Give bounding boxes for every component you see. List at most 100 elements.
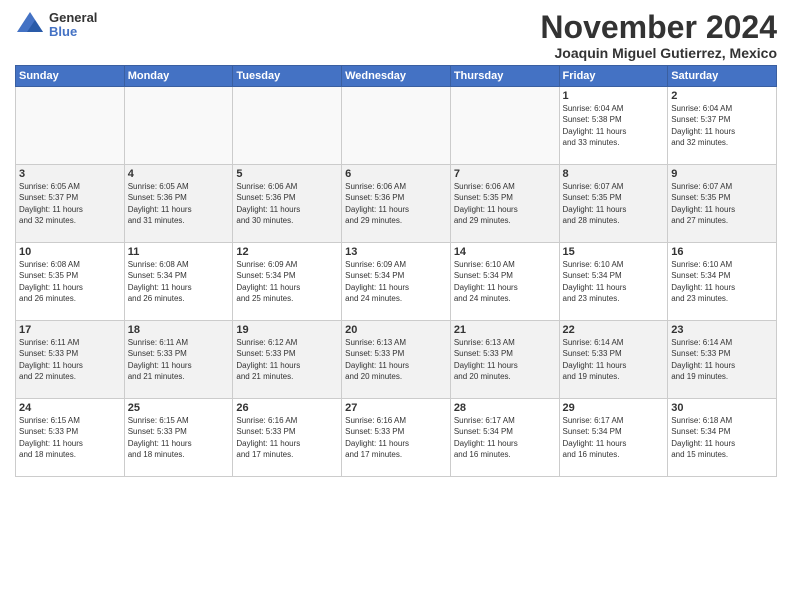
day-info: Sunrise: 6:10 AM Sunset: 5:34 PM Dayligh…	[454, 259, 556, 304]
day-number: 25	[128, 402, 230, 414]
day-info: Sunrise: 6:18 AM Sunset: 5:34 PM Dayligh…	[671, 415, 773, 460]
day-number: 17	[19, 324, 121, 336]
calendar-cell: 9Sunrise: 6:07 AM Sunset: 5:35 PM Daylig…	[668, 165, 777, 243]
day-number: 5	[236, 168, 338, 180]
calendar-cell: 6Sunrise: 6:06 AM Sunset: 5:36 PM Daylig…	[342, 165, 451, 243]
calendar-cell: 12Sunrise: 6:09 AM Sunset: 5:34 PM Dayli…	[233, 243, 342, 321]
calendar-cell: 11Sunrise: 6:08 AM Sunset: 5:34 PM Dayli…	[124, 243, 233, 321]
day-number: 16	[671, 246, 773, 258]
calendar-cell: 1Sunrise: 6:04 AM Sunset: 5:38 PM Daylig…	[559, 87, 668, 165]
calendar-cell: 21Sunrise: 6:13 AM Sunset: 5:33 PM Dayli…	[450, 321, 559, 399]
day-info: Sunrise: 6:11 AM Sunset: 5:33 PM Dayligh…	[19, 337, 121, 382]
col-friday: Friday	[559, 66, 668, 87]
day-info: Sunrise: 6:06 AM Sunset: 5:36 PM Dayligh…	[236, 181, 338, 226]
day-info: Sunrise: 6:05 AM Sunset: 5:37 PM Dayligh…	[19, 181, 121, 226]
calendar-cell: 23Sunrise: 6:14 AM Sunset: 5:33 PM Dayli…	[668, 321, 777, 399]
day-number: 19	[236, 324, 338, 336]
day-number: 12	[236, 246, 338, 258]
day-info: Sunrise: 6:17 AM Sunset: 5:34 PM Dayligh…	[563, 415, 665, 460]
calendar-week-4: 17Sunrise: 6:11 AM Sunset: 5:33 PM Dayli…	[16, 321, 777, 399]
logo-icon	[15, 10, 45, 40]
day-info: Sunrise: 6:11 AM Sunset: 5:33 PM Dayligh…	[128, 337, 230, 382]
calendar-cell: 22Sunrise: 6:14 AM Sunset: 5:33 PM Dayli…	[559, 321, 668, 399]
day-number: 30	[671, 402, 773, 414]
day-info: Sunrise: 6:04 AM Sunset: 5:37 PM Dayligh…	[671, 103, 773, 148]
day-info: Sunrise: 6:08 AM Sunset: 5:35 PM Dayligh…	[19, 259, 121, 304]
day-number: 6	[345, 168, 447, 180]
calendar-cell: 14Sunrise: 6:10 AM Sunset: 5:34 PM Dayli…	[450, 243, 559, 321]
day-info: Sunrise: 6:12 AM Sunset: 5:33 PM Dayligh…	[236, 337, 338, 382]
day-info: Sunrise: 6:06 AM Sunset: 5:35 PM Dayligh…	[454, 181, 556, 226]
header: General Blue November 2024 Joaquin Migue…	[15, 10, 777, 61]
day-number: 10	[19, 246, 121, 258]
day-info: Sunrise: 6:14 AM Sunset: 5:33 PM Dayligh…	[563, 337, 665, 382]
day-number: 9	[671, 168, 773, 180]
day-info: Sunrise: 6:06 AM Sunset: 5:36 PM Dayligh…	[345, 181, 447, 226]
calendar-cell: 25Sunrise: 6:15 AM Sunset: 5:33 PM Dayli…	[124, 399, 233, 477]
day-info: Sunrise: 6:13 AM Sunset: 5:33 PM Dayligh…	[345, 337, 447, 382]
col-wednesday: Wednesday	[342, 66, 451, 87]
calendar-cell: 27Sunrise: 6:16 AM Sunset: 5:33 PM Dayli…	[342, 399, 451, 477]
day-number: 21	[454, 324, 556, 336]
calendar-cell: 2Sunrise: 6:04 AM Sunset: 5:37 PM Daylig…	[668, 87, 777, 165]
col-monday: Monday	[124, 66, 233, 87]
col-saturday: Saturday	[668, 66, 777, 87]
month-title: November 2024	[540, 10, 777, 45]
calendar-container: General Blue November 2024 Joaquin Migue…	[0, 0, 792, 487]
day-number: 27	[345, 402, 447, 414]
day-number: 3	[19, 168, 121, 180]
calendar-cell: 24Sunrise: 6:15 AM Sunset: 5:33 PM Dayli…	[16, 399, 125, 477]
calendar-cell: 20Sunrise: 6:13 AM Sunset: 5:33 PM Dayli…	[342, 321, 451, 399]
day-info: Sunrise: 6:15 AM Sunset: 5:33 PM Dayligh…	[19, 415, 121, 460]
calendar-cell: 15Sunrise: 6:10 AM Sunset: 5:34 PM Dayli…	[559, 243, 668, 321]
logo-general: General	[49, 11, 97, 25]
logo-blue: Blue	[49, 25, 97, 39]
calendar-cell: 28Sunrise: 6:17 AM Sunset: 5:34 PM Dayli…	[450, 399, 559, 477]
day-info: Sunrise: 6:04 AM Sunset: 5:38 PM Dayligh…	[563, 103, 665, 148]
calendar-cell	[233, 87, 342, 165]
calendar-cell: 13Sunrise: 6:09 AM Sunset: 5:34 PM Dayli…	[342, 243, 451, 321]
day-info: Sunrise: 6:16 AM Sunset: 5:33 PM Dayligh…	[236, 415, 338, 460]
day-number: 20	[345, 324, 447, 336]
day-info: Sunrise: 6:07 AM Sunset: 5:35 PM Dayligh…	[563, 181, 665, 226]
day-number: 1	[563, 90, 665, 102]
day-number: 15	[563, 246, 665, 258]
day-info: Sunrise: 6:10 AM Sunset: 5:34 PM Dayligh…	[563, 259, 665, 304]
col-sunday: Sunday	[16, 66, 125, 87]
day-number: 29	[563, 402, 665, 414]
calendar-week-3: 10Sunrise: 6:08 AM Sunset: 5:35 PM Dayli…	[16, 243, 777, 321]
location-subtitle: Joaquin Miguel Gutierrez, Mexico	[540, 45, 777, 61]
title-section: November 2024 Joaquin Miguel Gutierrez, …	[540, 10, 777, 61]
calendar-cell: 17Sunrise: 6:11 AM Sunset: 5:33 PM Dayli…	[16, 321, 125, 399]
calendar-cell: 8Sunrise: 6:07 AM Sunset: 5:35 PM Daylig…	[559, 165, 668, 243]
day-number: 8	[563, 168, 665, 180]
day-info: Sunrise: 6:09 AM Sunset: 5:34 PM Dayligh…	[236, 259, 338, 304]
calendar-week-1: 1Sunrise: 6:04 AM Sunset: 5:38 PM Daylig…	[16, 87, 777, 165]
calendar-header-row: Sunday Monday Tuesday Wednesday Thursday…	[16, 66, 777, 87]
calendar-cell: 29Sunrise: 6:17 AM Sunset: 5:34 PM Dayli…	[559, 399, 668, 477]
calendar-cell	[16, 87, 125, 165]
calendar-cell: 16Sunrise: 6:10 AM Sunset: 5:34 PM Dayli…	[668, 243, 777, 321]
day-number: 2	[671, 90, 773, 102]
day-number: 22	[563, 324, 665, 336]
logo: General Blue	[15, 10, 97, 40]
calendar-cell: 4Sunrise: 6:05 AM Sunset: 5:36 PM Daylig…	[124, 165, 233, 243]
day-number: 7	[454, 168, 556, 180]
calendar-cell: 26Sunrise: 6:16 AM Sunset: 5:33 PM Dayli…	[233, 399, 342, 477]
calendar-cell: 30Sunrise: 6:18 AM Sunset: 5:34 PM Dayli…	[668, 399, 777, 477]
col-thursday: Thursday	[450, 66, 559, 87]
calendar-cell: 18Sunrise: 6:11 AM Sunset: 5:33 PM Dayli…	[124, 321, 233, 399]
calendar-cell	[342, 87, 451, 165]
day-number: 26	[236, 402, 338, 414]
day-number: 13	[345, 246, 447, 258]
day-number: 18	[128, 324, 230, 336]
calendar-cell: 3Sunrise: 6:05 AM Sunset: 5:37 PM Daylig…	[16, 165, 125, 243]
day-info: Sunrise: 6:16 AM Sunset: 5:33 PM Dayligh…	[345, 415, 447, 460]
calendar-week-5: 24Sunrise: 6:15 AM Sunset: 5:33 PM Dayli…	[16, 399, 777, 477]
day-info: Sunrise: 6:17 AM Sunset: 5:34 PM Dayligh…	[454, 415, 556, 460]
day-number: 28	[454, 402, 556, 414]
calendar-cell: 5Sunrise: 6:06 AM Sunset: 5:36 PM Daylig…	[233, 165, 342, 243]
day-number: 23	[671, 324, 773, 336]
calendar-cell	[124, 87, 233, 165]
col-tuesday: Tuesday	[233, 66, 342, 87]
